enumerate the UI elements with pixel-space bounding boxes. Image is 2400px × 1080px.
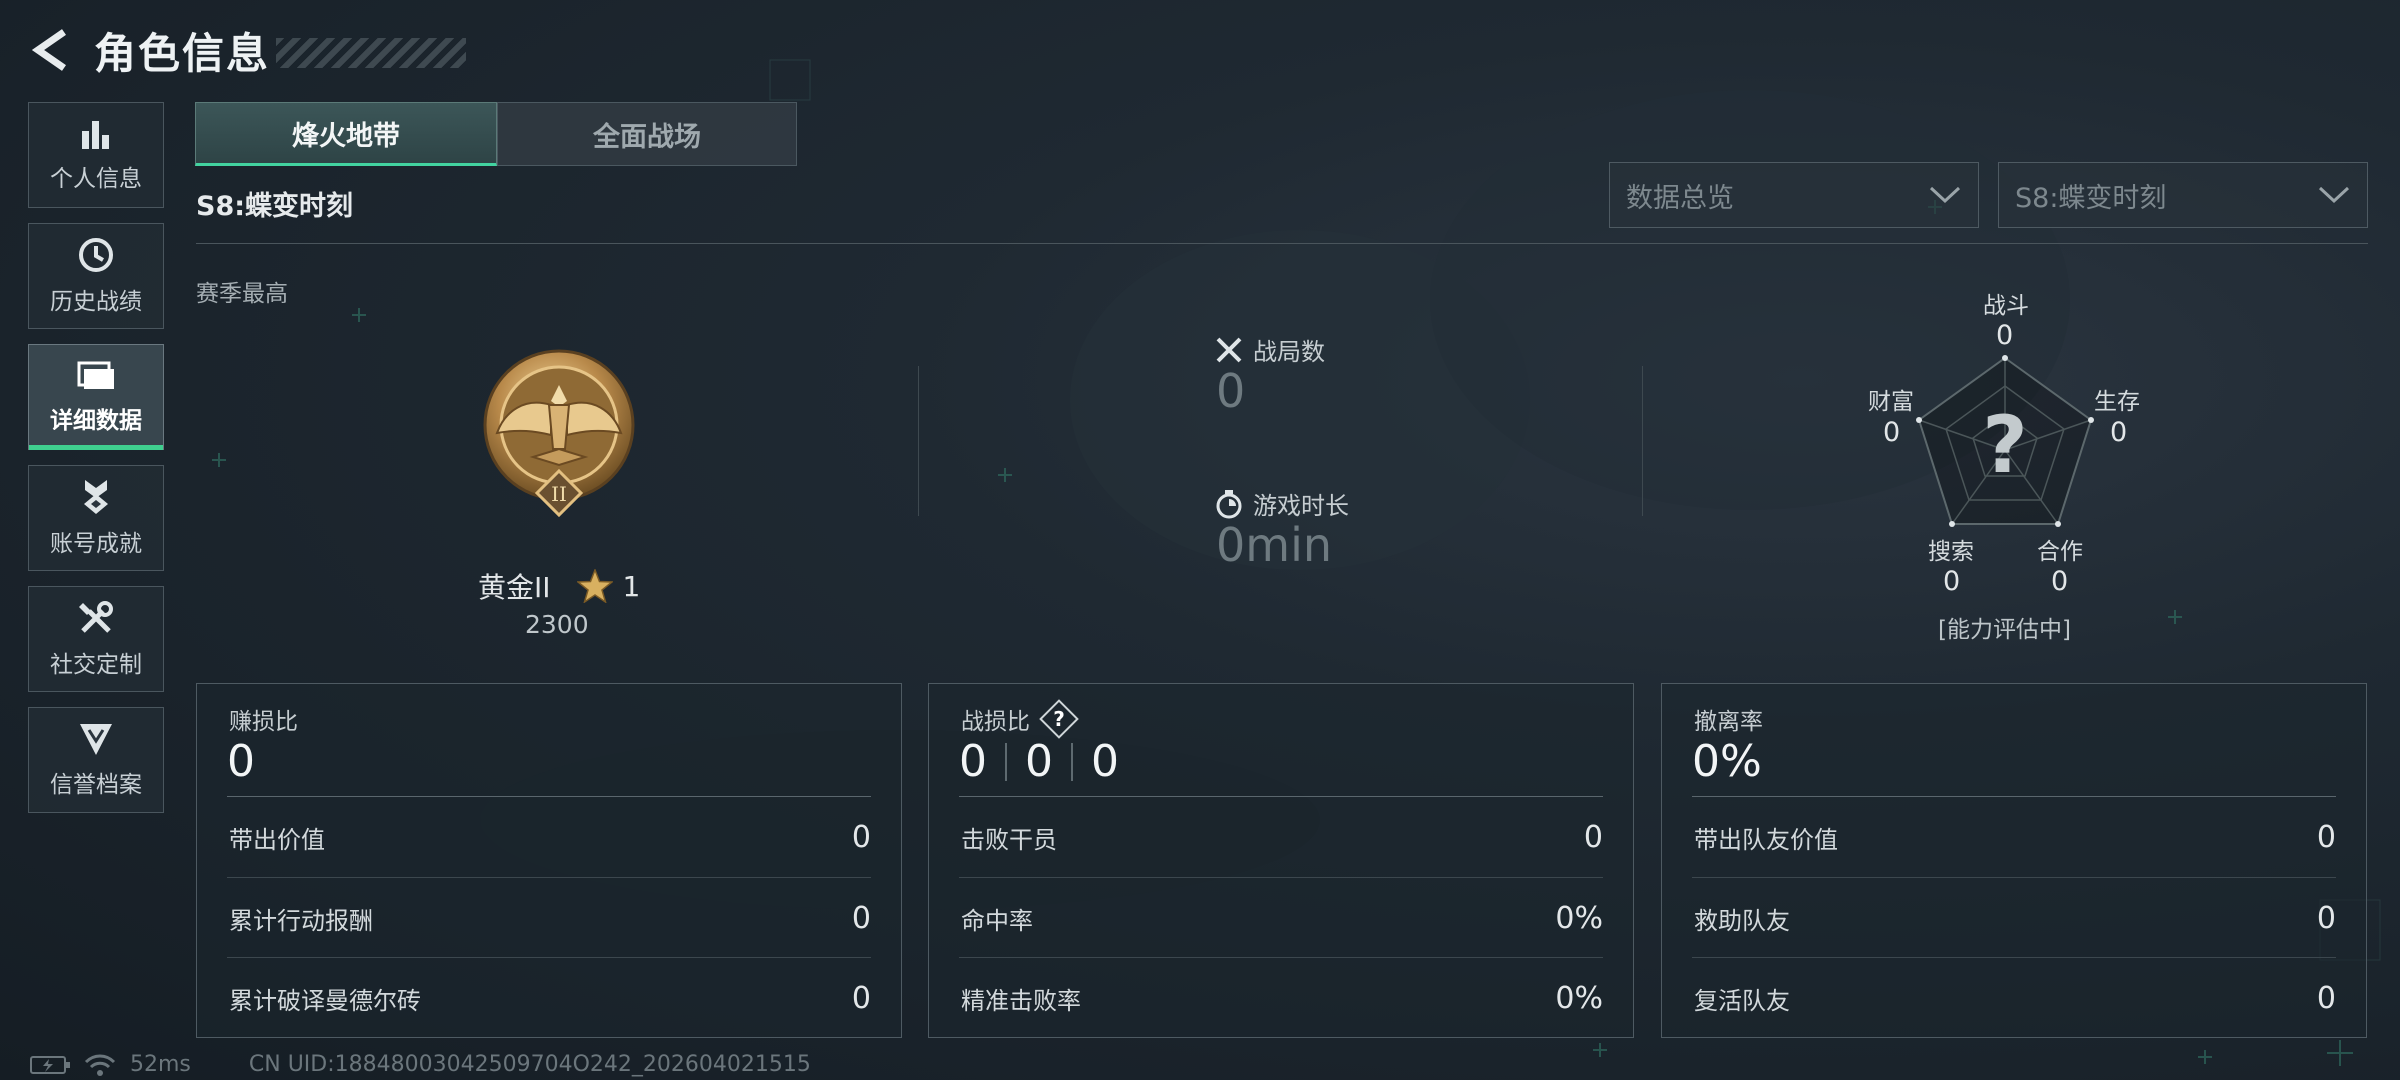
radar-value-wealth: 0: [1883, 417, 1901, 448]
stat-row: 命中率 0%: [961, 900, 1603, 936]
rank-stars: 1: [622, 569, 641, 603]
stat-row: 累计行动报酬 0: [229, 900, 871, 936]
sidebar-item-personal-info[interactable]: 个人信息: [28, 102, 164, 208]
star-icon: [576, 569, 613, 603]
sidebar-item-label: 信誉档案: [50, 772, 142, 798]
sidebar-item-match-history[interactable]: 历史战绩: [28, 223, 164, 329]
vertical-divider: [1642, 366, 1643, 516]
crossed-swords-icon: [1216, 337, 1242, 362]
page-title: 角色信息: [94, 28, 271, 78]
radar-value-combat: 0: [1996, 320, 2014, 351]
sidebar-item-label: 个人信息: [50, 166, 142, 192]
dropdown-value: S8:蝶变时刻: [2015, 182, 2167, 214]
chevron-down-icon: [1929, 186, 1961, 204]
stat-row: 救助队友 0: [1694, 900, 2336, 936]
dropdown-value: 数据总览: [1626, 182, 1734, 214]
sidebar-item-label: 社交定制: [50, 652, 142, 678]
matches-value: 0: [1216, 364, 1246, 418]
sidebar-item-label: 账号成就: [50, 531, 142, 557]
matches-label: 战局数: [1215, 332, 1325, 367]
stat-row: 击败干员 0: [961, 819, 1603, 855]
radar-label-cooperation: 合作: [2037, 539, 2083, 565]
shield-badge-icon: [80, 724, 112, 755]
rank-score: 2300: [525, 610, 589, 639]
extraction-rate-card: 撤离率 0% 带出队友价值 0 救助队友 0 复活队友 0: [1661, 683, 2367, 1038]
folder-icon: [77, 361, 114, 389]
kd-ratio-card: 战损比 ? 0 0 0 击败干员 0 命中率 0% 精准击败率 0%: [928, 683, 1634, 1038]
help-icon[interactable]: ?: [1044, 704, 1074, 734]
tab-full-battlefield[interactable]: 全面战场: [497, 102, 797, 166]
radar-label-combat: 战斗: [1983, 293, 2029, 319]
radar-value-survival: 0: [2110, 417, 2128, 448]
radar-status: [能力评估中]: [1938, 617, 2071, 643]
stat-row: 带出队友价值 0: [1694, 819, 2336, 855]
rank-name: 黄金II: [478, 571, 551, 604]
stat-row: 复活队友 0: [1694, 980, 2336, 1016]
stat-row: 精准击败率 0%: [961, 980, 1603, 1016]
kd-values: 0 0 0: [959, 736, 1119, 787]
title-decoration: [276, 38, 467, 68]
chevron-left-icon: [31, 29, 66, 71]
ping-value: 52ms: [130, 1052, 191, 1077]
card-main-value: 0%: [1692, 736, 1762, 787]
mode-tabs: 烽火地带 全面战场: [195, 102, 797, 166]
playtime-value: 0min: [1216, 518, 1333, 572]
stopwatch-icon: [1216, 489, 1242, 518]
radar-center-mark: ?: [1982, 401, 2027, 491]
radar-label-wealth: 财富: [1868, 389, 1914, 415]
radar-label-search: 搜索: [1928, 539, 1974, 565]
card-main-value: 0: [227, 736, 255, 787]
sidebar-item-detailed-data[interactable]: 详细数据: [28, 344, 164, 450]
radar-value-cooperation: 0: [2051, 566, 2069, 597]
divider: [196, 243, 2368, 244]
clock-history-icon: [79, 238, 113, 272]
sidebar-item-achievements[interactable]: 账号成就: [28, 465, 164, 571]
season-dropdown[interactable]: S8:蝶变时刻: [1998, 162, 2368, 228]
medal-numeral: II: [551, 482, 567, 506]
radar-label-survival: 生存: [2094, 389, 2140, 415]
sidebar-item-label: 详细数据: [50, 408, 142, 434]
card-title: 战损比 ?: [961, 702, 1074, 736]
vertical-divider: [918, 366, 919, 516]
profit-loss-card: 赚损比 0 带出价值 0 累计行动报酬 0 累计破译曼德尔砖 0: [196, 683, 902, 1038]
playtime-label: 游戏时长: [1215, 486, 1349, 521]
card-title: 赚损比: [229, 709, 298, 735]
season-title: S8:蝶变时刻: [196, 191, 354, 222]
stat-row: 累计破译曼德尔砖 0: [229, 980, 871, 1016]
bar-chart-icon: [82, 121, 109, 149]
tab-beacon-zone[interactable]: 烽火地带: [195, 102, 497, 166]
card-title: 撤离率: [1694, 709, 1763, 735]
sidebar-item-social-custom[interactable]: 社交定制: [28, 586, 164, 692]
wifi-icon: [84, 1054, 116, 1076]
sidebar-item-reputation[interactable]: 信誉档案: [28, 707, 164, 813]
status-footer: 52ms CN UID:18848003042509704O242_202604…: [30, 1052, 811, 1077]
sidebar: 个人信息 历史战绩 详细数据 账号成就 社交定制 信誉档案: [28, 102, 166, 828]
stat-row: 带出价值 0: [229, 819, 871, 855]
radar-value-search: 0: [1943, 566, 1961, 597]
medal-icon: [84, 480, 108, 514]
tools-icon: [79, 601, 113, 633]
season-best-label: 赛季最高: [196, 281, 288, 307]
player-uid: CN UID:18848003042509704O242_20260402151…: [248, 1052, 811, 1077]
chevron-down-icon: [2318, 186, 2350, 204]
data-type-dropdown[interactable]: 数据总览: [1609, 162, 1979, 228]
battery-icon: [30, 1055, 70, 1074]
sidebar-item-label: 历史战绩: [50, 289, 142, 315]
rank-info: 黄金II 1: [478, 566, 640, 606]
rank-medal-icon: II: [483, 349, 635, 518]
page-header: 角色信息: [28, 22, 467, 78]
back-button[interactable]: [28, 28, 72, 72]
